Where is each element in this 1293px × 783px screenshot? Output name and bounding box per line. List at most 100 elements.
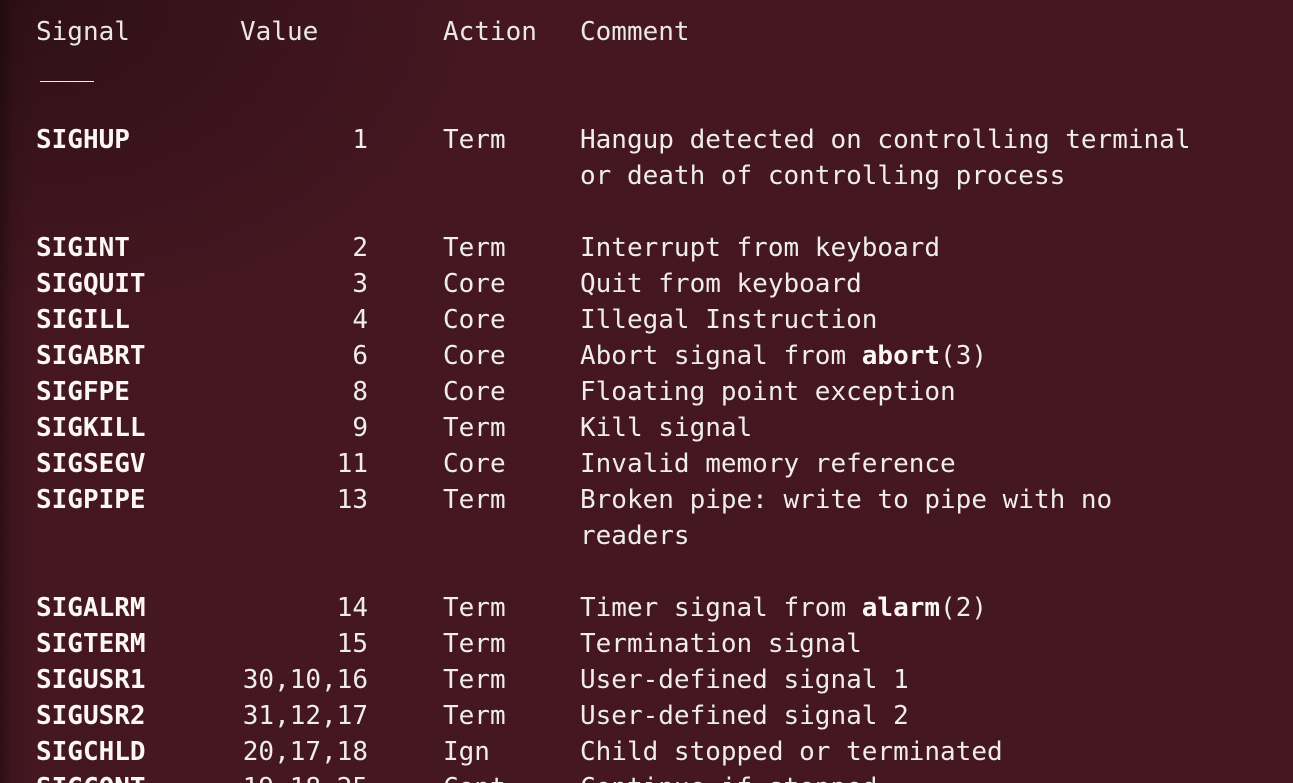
header-separator-row: ________________________________________… bbox=[0, 50, 94, 86]
signal-name: SIGFPE bbox=[36, 377, 130, 407]
comment-text: Termination signal bbox=[580, 629, 862, 659]
comment-text: Interrupt from keyboard bbox=[580, 233, 941, 263]
signal-value: 4 bbox=[352, 305, 368, 335]
signal-value: 13 bbox=[336, 485, 368, 515]
signal-action: Term bbox=[443, 701, 506, 731]
signal-action: Ign bbox=[443, 737, 490, 767]
signal-comment: Timer signal from alarm(2) bbox=[580, 590, 987, 626]
comment-text: Illegal Instruction bbox=[580, 305, 878, 335]
man-page-reference[interactable]: alarm bbox=[862, 593, 940, 623]
signal-comment: Continue if stopped bbox=[580, 770, 877, 783]
signal-value: 3 bbox=[352, 269, 368, 299]
signal-comment: Illegal Instruction bbox=[580, 302, 877, 338]
table-row[interactable]: SIGFPE 8 Core Floating point exception bbox=[0, 374, 956, 410]
column-header-comment: Comment bbox=[580, 17, 690, 47]
man-page-section: (3) bbox=[940, 341, 988, 371]
signal-comment: Abort signal from abort(3) bbox=[580, 338, 987, 374]
signal-value: 2 bbox=[352, 233, 368, 263]
signal-action: Core bbox=[443, 305, 506, 335]
signal-comment: Quit from keyboard bbox=[580, 266, 862, 302]
comment-text: Kill signal bbox=[580, 413, 753, 443]
table-header-row: Signal Value Action Comment bbox=[0, 14, 690, 50]
comment-continuation-text: or death of controlling process bbox=[580, 161, 1066, 191]
table-row[interactable]: SIGUSR1 30,10,16 Term User-defined signal 1 bbox=[0, 662, 909, 698]
signal-comment: Floating point exception bbox=[580, 374, 956, 410]
signal-comment: Child stopped or terminated bbox=[580, 734, 1003, 770]
table-row-continuation: or death of controlling process bbox=[0, 158, 1065, 194]
signal-name: SIGTERM bbox=[36, 629, 146, 659]
comment-text: Hangup detected on controlling terminal bbox=[580, 125, 1191, 155]
signal-value: 11 bbox=[336, 449, 368, 479]
man-page-reference[interactable]: abort bbox=[862, 341, 940, 371]
signal-value: 6 bbox=[352, 341, 368, 371]
table-row[interactable]: SIGILL 4 Core Illegal Instruction bbox=[0, 302, 877, 338]
signal-name: SIGILL bbox=[36, 305, 130, 335]
signal-value: 8 bbox=[352, 377, 368, 407]
signal-action: Term bbox=[443, 233, 506, 263]
column-header-signal: Signal bbox=[36, 17, 130, 47]
signal-action: Term bbox=[443, 593, 506, 623]
signal-comment: User-defined signal 2 bbox=[580, 698, 909, 734]
comment-text: Child stopped or terminated bbox=[580, 737, 1003, 767]
table-row[interactable]: SIGINT 2 Term Interrupt from keyboard bbox=[0, 230, 940, 266]
table-row[interactable]: SIGTERM 15 Term Termination signal bbox=[0, 626, 862, 662]
comment-text: User-defined signal 1 bbox=[580, 665, 909, 695]
signal-name: SIGQUIT bbox=[36, 269, 146, 299]
table-row[interactable]: SIGABRT 6 Core Abort signal from abort(3) bbox=[0, 338, 987, 374]
man-page-signal-table: Signal Value Action Comment ____________… bbox=[0, 0, 1190, 783]
signal-value: 9 bbox=[352, 413, 368, 443]
signal-comment: Hangup detected on controlling terminal bbox=[580, 122, 1190, 158]
table-row[interactable]: SIGQUIT 3 Core Quit from keyboard bbox=[0, 266, 862, 302]
table-row-continuation: readers bbox=[0, 518, 690, 554]
table-row[interactable]: SIGUSR2 31,12,17 Term User-defined signal 2 bbox=[0, 698, 909, 734]
comment-text: Abort signal from bbox=[580, 341, 862, 371]
signal-action: Core bbox=[443, 449, 506, 479]
signal-comment: Interrupt from keyboard bbox=[580, 230, 940, 266]
signal-comment: Invalid memory reference bbox=[580, 446, 956, 482]
signal-name: SIGHUP bbox=[36, 125, 130, 155]
signal-value: 19,18,25 bbox=[218, 770, 368, 783]
signal-name: SIGCHLD bbox=[36, 737, 146, 767]
signal-action: Core bbox=[443, 377, 506, 407]
table-row[interactable]: SIGHUP 1 Term Hangup detected on controllin… bbox=[0, 122, 1190, 158]
signal-name: SIGABRT bbox=[36, 341, 146, 371]
signal-name: SIGUSR1 bbox=[36, 665, 146, 695]
signal-name: SIGSEGV bbox=[36, 449, 146, 479]
comment-text: User-defined signal 2 bbox=[580, 701, 909, 731]
signal-name: SIGINT bbox=[36, 233, 130, 263]
signal-name: SIGCONT bbox=[36, 770, 146, 783]
signal-name: SIGPIPE bbox=[36, 485, 146, 515]
comment-text: Broken pipe: write to pipe with no bbox=[580, 485, 1113, 515]
signal-comment: Broken pipe: write to pipe with no bbox=[580, 482, 1112, 518]
signal-comment: Termination signal bbox=[580, 626, 862, 662]
terminal-window[interactable]: Signal Value Action Comment ____________… bbox=[0, 0, 1293, 783]
signal-comment: User-defined signal 1 bbox=[580, 662, 909, 698]
signal-action: Term bbox=[443, 485, 506, 515]
signal-action: Core bbox=[443, 269, 506, 299]
signal-name: SIGKILL bbox=[36, 413, 146, 443]
comment-text: Quit from keyboard bbox=[580, 269, 862, 299]
table-row[interactable]: SIGSEGV 11 Core Invalid memory reference bbox=[0, 446, 956, 482]
comment-continuation-text: readers bbox=[580, 521, 690, 551]
table-row[interactable]: SIGPIPE 13 Term Broken pipe: write to pipe … bbox=[0, 482, 1112, 518]
table-row[interactable]: SIGCONT 19,18,25 Cont Continue if stopped bbox=[0, 770, 877, 783]
signal-value: 15 bbox=[336, 629, 368, 659]
horizontal-rule: ________________________________________… bbox=[40, 53, 94, 83]
signal-action: Core bbox=[443, 341, 506, 371]
comment-text: Floating point exception bbox=[580, 377, 956, 407]
signal-name: SIGUSR2 bbox=[36, 701, 146, 731]
table-row[interactable]: SIGKILL 9 Term Kill signal bbox=[0, 410, 752, 446]
comment-text: Invalid memory reference bbox=[580, 449, 956, 479]
table-row[interactable]: SIGALRM 14 Term Timer signal from alarm(2) bbox=[0, 590, 987, 626]
signal-value: 14 bbox=[336, 593, 368, 623]
table-row[interactable]: SIGCHLD 20,17,18 Ign Child stopped or termi… bbox=[0, 734, 1003, 770]
man-page-section: (2) bbox=[940, 593, 988, 623]
column-header-action: Action bbox=[443, 17, 537, 47]
signal-action: Term bbox=[443, 413, 506, 443]
comment-text: Timer signal from bbox=[580, 593, 862, 623]
signal-comment: Kill signal bbox=[580, 410, 752, 446]
signal-name: SIGALRM bbox=[36, 593, 146, 623]
